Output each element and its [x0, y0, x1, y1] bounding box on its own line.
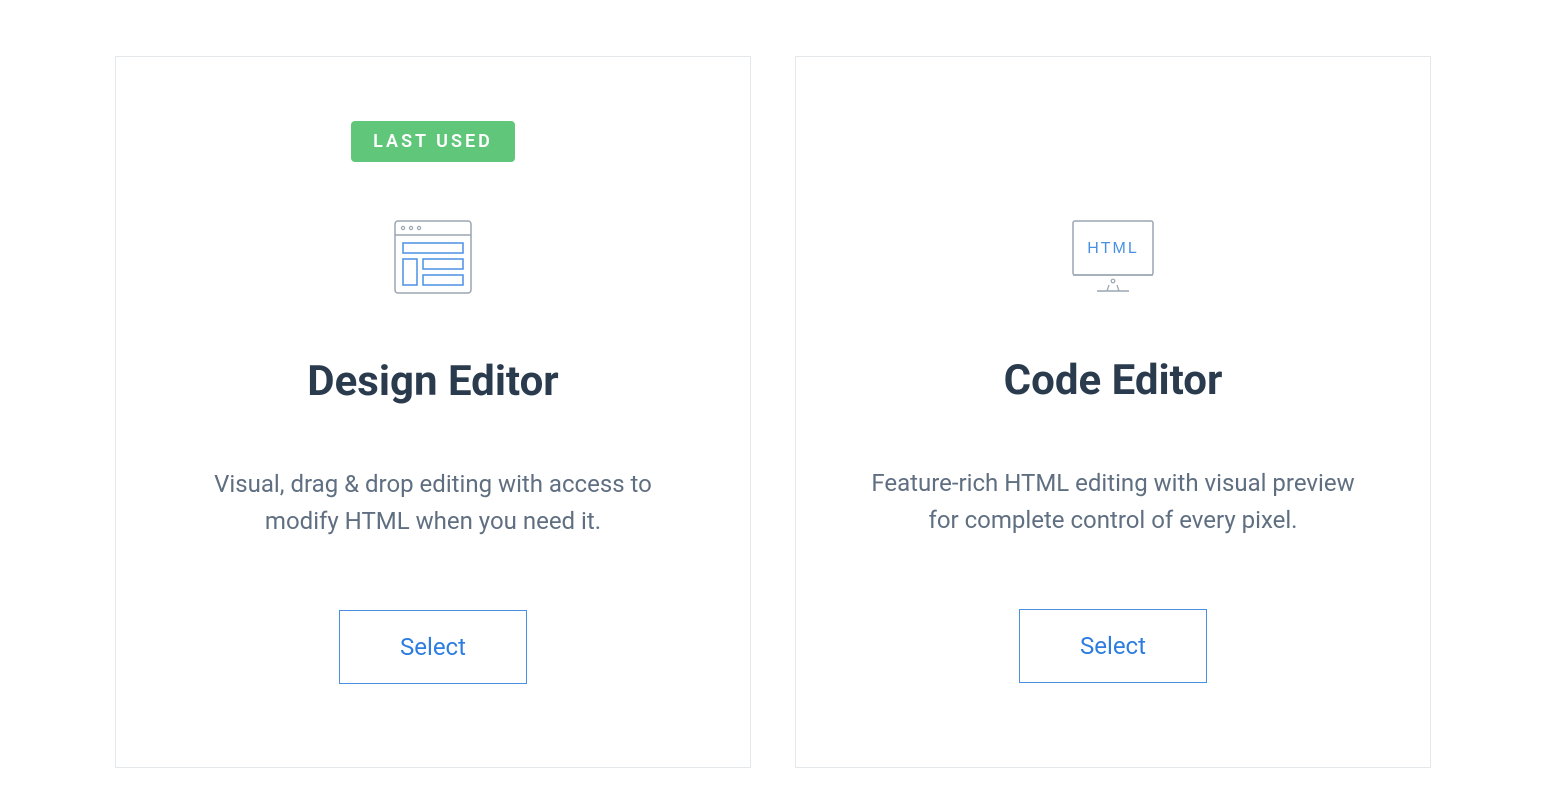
code-editor-icon: HTML [1067, 211, 1159, 301]
last-used-badge: LAST USED [351, 121, 515, 162]
svg-text:HTML: HTML [1087, 240, 1139, 257]
design-editor-icon [391, 212, 475, 302]
design-editor-title: Design Editor [307, 357, 558, 406]
code-editor-title: Code Editor [1004, 356, 1223, 405]
design-editor-description: Visual, drag & drop editing with access … [178, 466, 688, 540]
code-editor-select-button[interactable]: Select [1019, 609, 1207, 683]
design-editor-card: LAST USED Design Editor Visual, drag & d… [115, 56, 751, 768]
code-editor-card: HTML Code Editor Feature-rich HTML editi… [795, 56, 1431, 768]
editor-cards-container: LAST USED Design Editor Visual, drag & d… [115, 56, 1431, 768]
code-editor-description: Feature-rich HTML editing with visual pr… [858, 465, 1368, 539]
design-editor-select-button[interactable]: Select [339, 610, 527, 684]
